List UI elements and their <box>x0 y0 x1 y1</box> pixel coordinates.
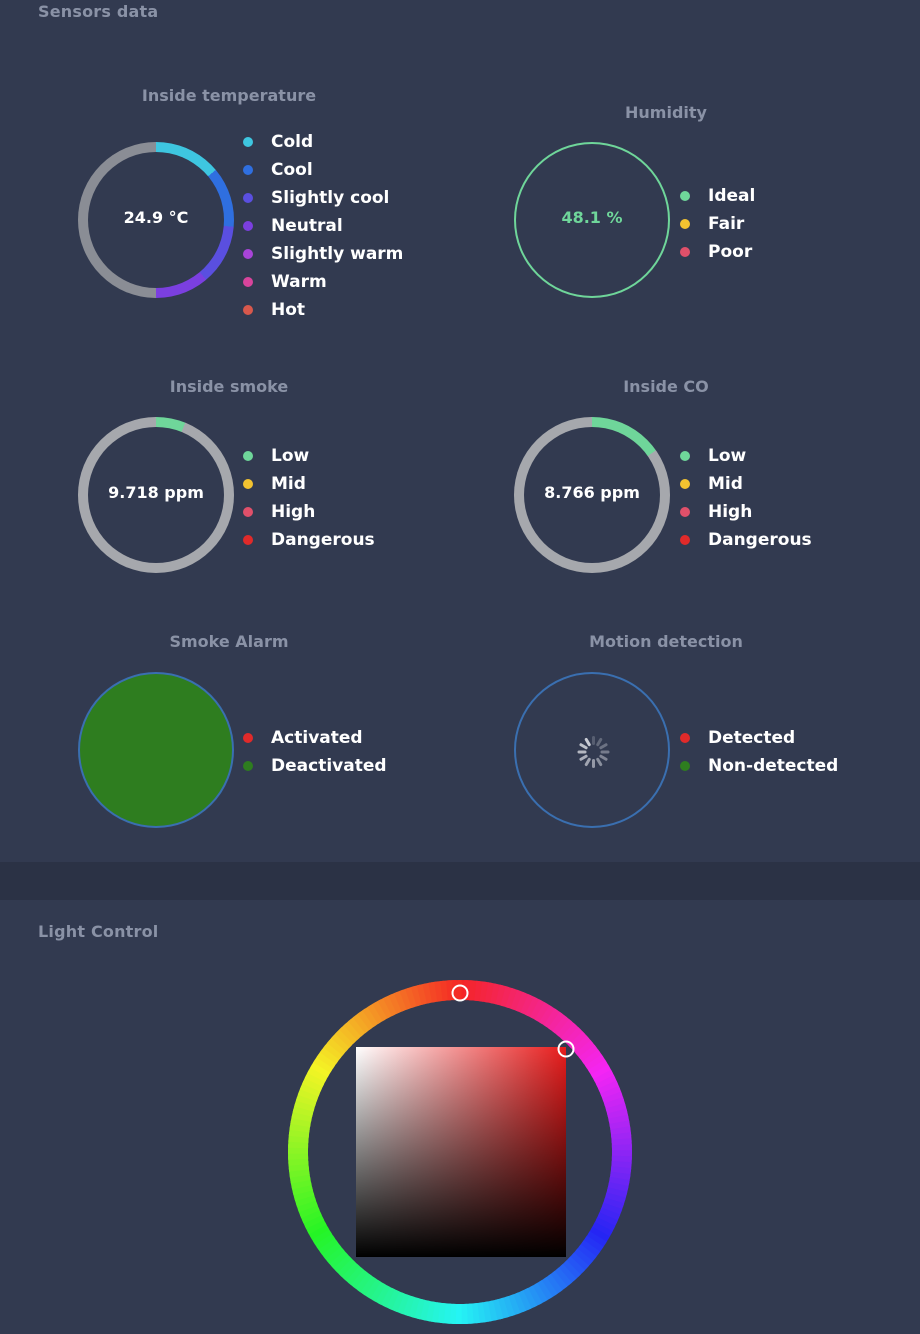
legend-label: High <box>708 502 753 522</box>
temperature-legend: Cold Cool Slightly cool Neutral Slightly war… <box>243 128 403 324</box>
co-value: 8.766 ppm <box>544 483 640 502</box>
legend-item: Mid <box>243 470 375 498</box>
humidity-value: 48.1 % <box>561 208 623 227</box>
legend-label: Deactivated <box>271 756 387 776</box>
light-control-panel: Light Control <box>0 900 920 1334</box>
smoke-gauge: 9.718 ppm <box>78 417 234 573</box>
legend-label: Ideal <box>708 186 756 206</box>
smoke-title: Inside smoke <box>169 377 289 396</box>
legend-label: Low <box>708 446 747 466</box>
motion-title: Motion detection <box>589 632 743 651</box>
legend-item: Warm <box>243 268 403 296</box>
smoke-legend: Low Mid High Dangerous <box>243 442 375 554</box>
legend-dot-icon <box>680 451 690 461</box>
temperature-gauge: 24.9 °C <box>78 142 234 298</box>
legend-label: Fair <box>708 214 745 234</box>
legend-label: Non-detected <box>708 756 839 776</box>
legend-dot-icon <box>243 733 253 743</box>
legend-item: Cold <box>243 128 403 156</box>
legend-label: Dangerous <box>708 530 812 550</box>
legend-item: Dangerous <box>243 526 375 554</box>
smoke-alarm-legend: Activated Deactivated <box>243 724 387 780</box>
legend-label: High <box>271 502 316 522</box>
legend-dot-icon <box>243 193 253 203</box>
motion-legend: Detected Non-detected <box>680 724 838 780</box>
legend-item: Hot <box>243 296 403 324</box>
legend-dot-icon <box>680 479 690 489</box>
legend-label: Cold <box>271 132 314 152</box>
legend-dot-icon <box>243 277 253 287</box>
legend-item: Mid <box>680 470 812 498</box>
legend-item: Non-detected <box>680 752 838 780</box>
legend-dot-icon <box>680 535 690 545</box>
legend-dot-icon <box>243 451 253 461</box>
legend-dot-icon <box>243 249 253 259</box>
value-gradient <box>356 1047 566 1257</box>
legend-dot-icon <box>243 221 253 231</box>
legend-item: Neutral <box>243 212 403 240</box>
co-gauge: 8.766 ppm <box>514 417 670 573</box>
legend-item: Dangerous <box>680 526 812 554</box>
legend-dot-icon <box>680 191 690 201</box>
legend-dot-icon <box>680 733 690 743</box>
legend-dot-icon <box>243 479 253 489</box>
legend-dot-icon <box>243 761 253 771</box>
temperature-value: 24.9 °C <box>123 208 189 227</box>
legend-label: Cool <box>271 160 313 180</box>
co-title: Inside CO <box>623 377 709 396</box>
legend-dot-icon <box>243 165 253 175</box>
legend-label: Dangerous <box>271 530 375 550</box>
legend-label: Poor <box>708 242 753 262</box>
legend-item: High <box>680 498 812 526</box>
motion-indicator <box>514 672 670 828</box>
smoke-value: 9.718 ppm <box>108 483 204 502</box>
legend-dot-icon <box>243 305 253 315</box>
legend-label: Slightly cool <box>271 188 390 208</box>
legend-dot-icon <box>243 507 253 517</box>
legend-dot-icon <box>680 219 690 229</box>
smoke-alarm-indicator <box>78 672 234 828</box>
color-picker[interactable] <box>0 900 920 1334</box>
legend-label: Low <box>271 446 310 466</box>
temperature-title: Inside temperature <box>141 86 317 105</box>
humidity-legend: Ideal Fair Poor <box>680 182 755 266</box>
legend-item: Deactivated <box>243 752 387 780</box>
humidity-title: Humidity <box>625 103 707 122</box>
smoke-alarm-title: Smoke Alarm <box>169 632 289 651</box>
legend-label: Mid <box>708 474 743 494</box>
humidity-gauge: 48.1 % <box>514 142 670 298</box>
legend-label: Neutral <box>271 216 343 236</box>
sensors-data-panel: Sensors data Inside temperature 24.9 °C … <box>0 0 920 862</box>
sensors-panel-title: Sensors data <box>38 2 159 21</box>
legend-item: Slightly warm <box>243 240 403 268</box>
legend-dot-icon <box>680 507 690 517</box>
legend-item: Detected <box>680 724 838 752</box>
legend-item: Slightly cool <box>243 184 403 212</box>
legend-item: Low <box>243 442 375 470</box>
legend-label: Warm <box>271 272 327 292</box>
legend-item: Activated <box>243 724 387 752</box>
legend-dot-icon <box>243 535 253 545</box>
legend-dot-icon <box>243 137 253 147</box>
legend-item: Poor <box>680 238 755 266</box>
legend-dot-icon <box>680 761 690 771</box>
legend-dot-icon <box>680 247 690 257</box>
legend-label: Detected <box>708 728 796 748</box>
legend-item: Ideal <box>680 182 755 210</box>
legend-label: Mid <box>271 474 306 494</box>
legend-label: Activated <box>271 728 363 748</box>
legend-item: Low <box>680 442 812 470</box>
legend-item: Cool <box>243 156 403 184</box>
legend-label: Hot <box>271 300 306 320</box>
loading-spinner-icon <box>577 736 610 768</box>
legend-label: Slightly warm <box>271 244 404 264</box>
co-legend: Low Mid High Dangerous <box>680 442 812 554</box>
legend-item: High <box>243 498 375 526</box>
legend-item: Fair <box>680 210 755 238</box>
